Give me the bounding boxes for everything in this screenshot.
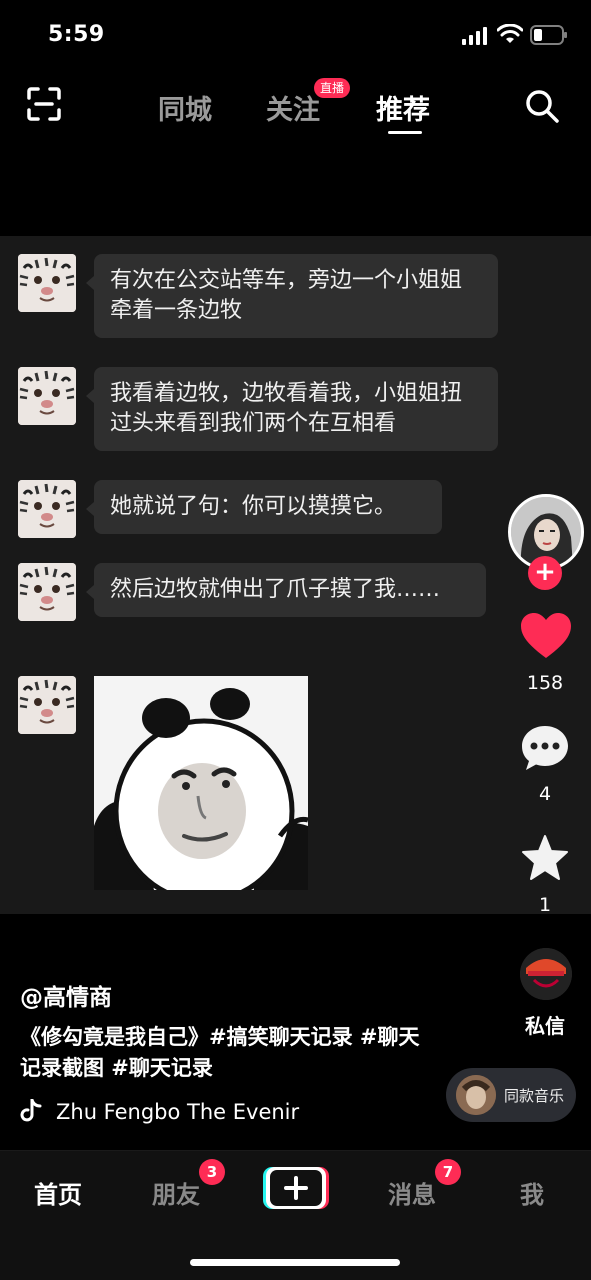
video-player[interactable]: 有次在公交站等车，旁边一个小姐姐牵着一条边牧 我看着边牧，边牧看着我，小姐姐扭过… xyxy=(0,236,591,914)
chat-bubble: 然后边牧就伸出了爪子摸了我…… xyxy=(86,563,486,617)
same-music-label: 同款音乐 xyxy=(504,1087,565,1105)
same-music-button[interactable]: 同款音乐 xyxy=(446,1068,576,1122)
tiger-avatar xyxy=(18,676,76,734)
create-plus-button[interactable] xyxy=(263,1165,329,1211)
tiktok-note-icon xyxy=(20,1099,42,1122)
music-title[interactable]: Zhu Fengbo The Evenir xyxy=(56,1100,328,1124)
chat-bubble: 有次在公交站等车，旁边一个小姐姐牵着一条边牧 xyxy=(86,254,498,338)
direct-message-button[interactable]: 私信 xyxy=(505,1010,585,1039)
chat-bubble: 我看着边牧，边牧看着我，小姐姐扭过头来看到我们两个在互相看 xyxy=(86,367,498,451)
tiger-avatar xyxy=(18,367,76,425)
music-disc-icon[interactable] xyxy=(520,948,572,1000)
home-indicator xyxy=(190,1259,400,1266)
comment-icon[interactable] xyxy=(520,724,570,772)
tab-me[interactable]: 我 xyxy=(520,1175,544,1210)
active-tab-indicator xyxy=(388,131,422,134)
scan-icon[interactable] xyxy=(26,86,62,122)
bottom-tab-bar: 首页 朋友 3 消息 7 我 xyxy=(0,1150,591,1280)
cellular-signal-icon xyxy=(462,27,487,45)
friends-badge: 3 xyxy=(199,1159,225,1185)
tab-following[interactable]: 关注 xyxy=(266,88,320,127)
tiger-avatar xyxy=(18,254,76,312)
music-thumbnail xyxy=(456,1075,496,1115)
tab-local[interactable]: 同城 xyxy=(158,88,212,127)
comment-count: 4 xyxy=(538,783,552,805)
chat-bubble: 她就说了句：你可以摸摸它。 xyxy=(86,480,442,534)
tiger-avatar xyxy=(18,563,76,621)
follow-button[interactable]: + xyxy=(528,556,562,590)
like-count: 158 xyxy=(526,672,564,694)
tab-recommended[interactable]: 推荐 xyxy=(376,88,430,127)
status-time: 5:59 xyxy=(48,22,105,47)
tab-messages[interactable]: 消息 xyxy=(388,1175,436,1210)
tiger-avatar xyxy=(18,480,76,538)
wifi-icon xyxy=(497,24,523,43)
top-nav: 同城 关注 直播 推荐 xyxy=(0,70,591,150)
messages-badge: 7 xyxy=(435,1159,461,1185)
search-icon[interactable] xyxy=(524,88,560,124)
tab-home[interactable]: 首页 xyxy=(34,1175,82,1210)
favorite-count: 1 xyxy=(538,894,552,916)
video-caption[interactable]: 《修勾竟是我自己》#搞笑聊天记录 #聊天记录截图 #聊天记录 xyxy=(20,1022,430,1084)
tab-friends[interactable]: 朋友 xyxy=(152,1175,200,1210)
author-name[interactable]: @高情商 xyxy=(20,978,112,1012)
heart-icon[interactable] xyxy=(520,612,572,660)
battery-icon xyxy=(530,25,567,45)
panda-meme-sticker xyxy=(94,676,308,890)
status-bar: 5:59 xyxy=(0,0,591,70)
star-icon[interactable] xyxy=(520,834,570,882)
live-badge: 直播 xyxy=(314,78,351,98)
